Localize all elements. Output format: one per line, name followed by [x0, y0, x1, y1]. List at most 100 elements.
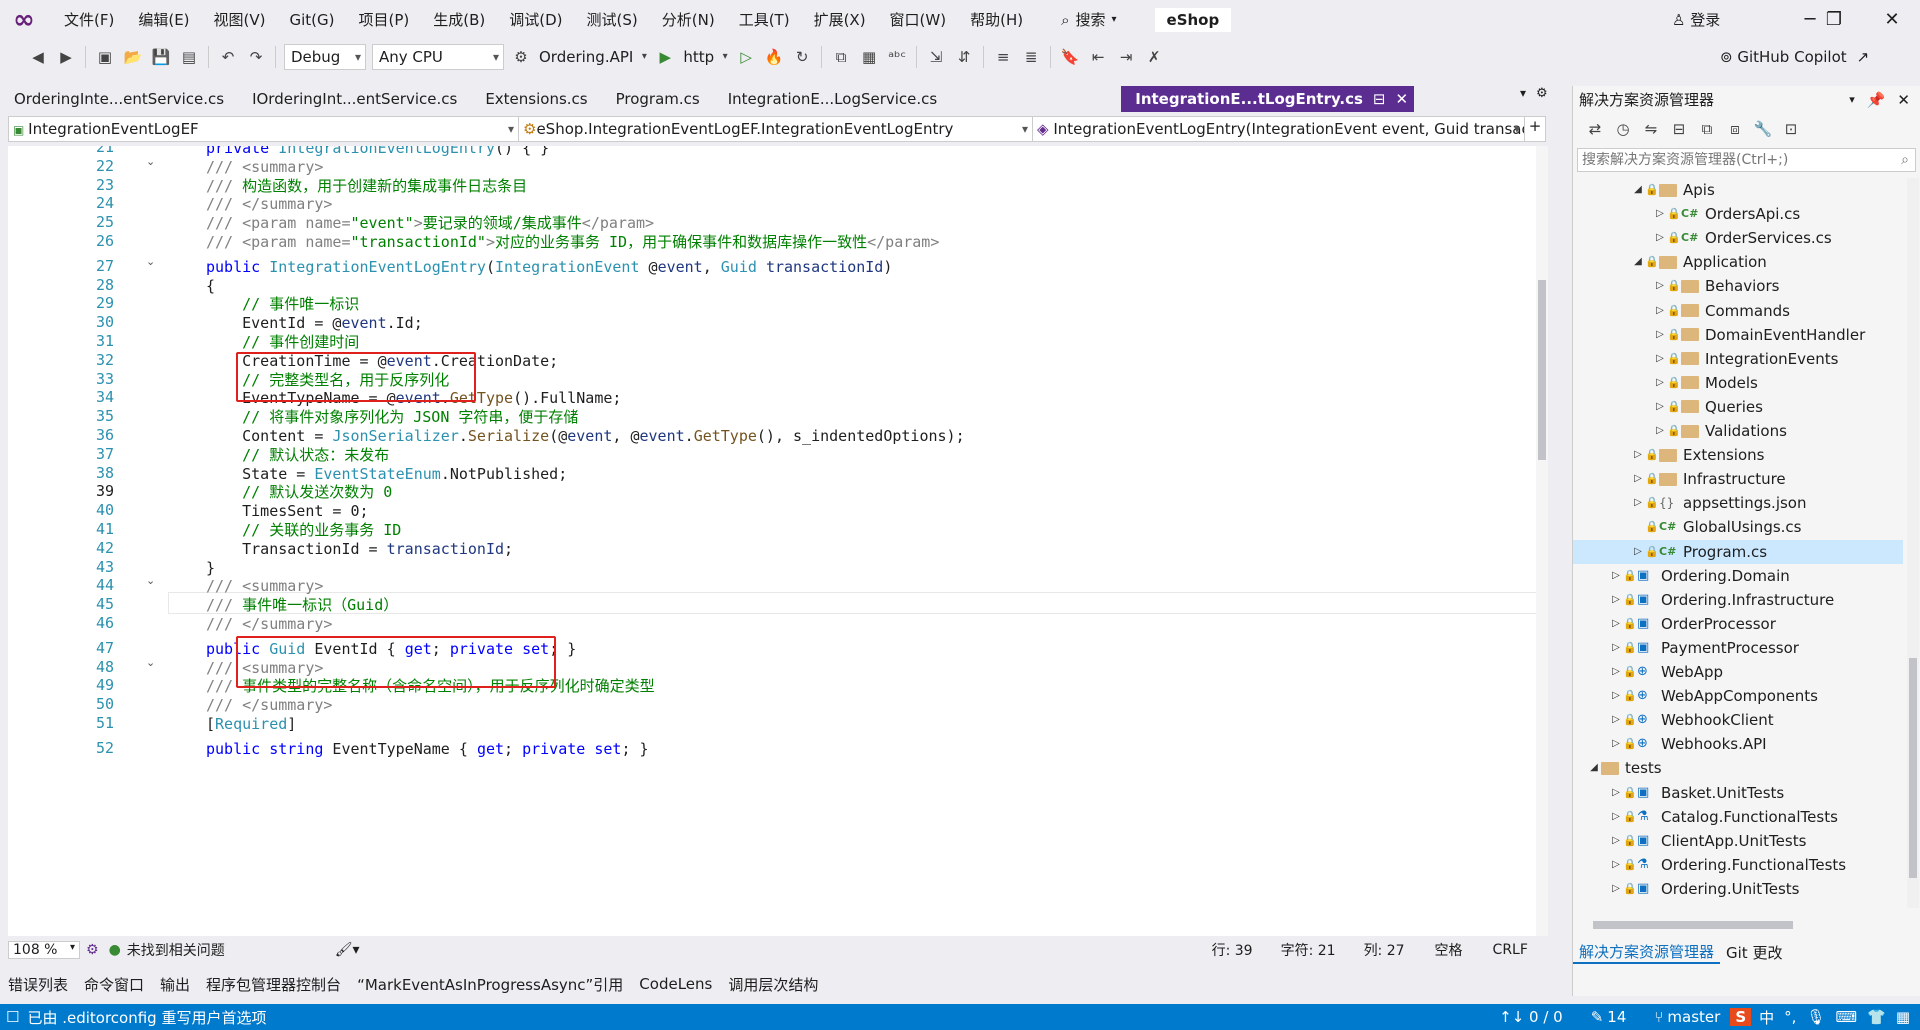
tree-item[interactable]: ▷ 🔒 ▣ OrderProcessor	[1573, 612, 1903, 636]
project-nav-select[interactable]: ▣ IntegrationEventLogEF	[9, 117, 519, 141]
issues-status[interactable]: 未找到相关问题	[127, 940, 225, 960]
editor-vertical-scrollbar[interactable]	[1536, 146, 1548, 936]
code-line[interactable]: /// <summary>	[206, 157, 323, 177]
collapsed-arrow-icon[interactable]: ▷	[1653, 226, 1667, 250]
expanded-arrow-icon[interactable]: ◢	[1587, 756, 1601, 780]
undo-icon[interactable]: ↶	[215, 44, 241, 70]
tool-window-tab[interactable]: “MarkEventAsInProgressAsync”引用	[349, 974, 631, 995]
tool-window-tab[interactable]: CodeLens	[631, 975, 720, 993]
menu-item[interactable]: 项目(P)	[347, 0, 422, 40]
code-line[interactable]: // 将事件对象序列化为 JSON 字符串，便于存储	[206, 407, 578, 427]
close-icon[interactable]: ✕	[1897, 86, 1910, 114]
tree-item[interactable]: 🔒 C# GlobalUsings.cs	[1573, 515, 1903, 539]
platform-select[interactable]: Any CPU	[372, 44, 504, 70]
fold-icon[interactable]: ⌄	[146, 656, 155, 669]
code-line[interactable]: }	[206, 558, 215, 578]
tree-item[interactable]: ▷ 🔒 Infrastructure	[1573, 467, 1903, 491]
code-line[interactable]: [Required]	[206, 714, 296, 734]
browse-icon[interactable]: ⧉	[828, 44, 854, 70]
footer-tab[interactable]: 解决方案资源管理器	[1573, 941, 1721, 964]
chevron-down-icon[interactable]: ▾	[1849, 86, 1855, 114]
document-tab[interactable]: Program.cs	[602, 86, 714, 112]
code-line[interactable]: // 事件唯一标识	[206, 294, 359, 314]
code-line[interactable]: /// </summary>	[206, 614, 332, 634]
code-line[interactable]: EventId = @event.Id;	[206, 313, 423, 333]
menu-item[interactable]: 测试(S)	[575, 0, 650, 40]
collapsed-arrow-icon[interactable]: ▷	[1609, 684, 1623, 708]
document-tab[interactable]: IntegrationE...LogService.cs	[714, 86, 952, 112]
github-copilot-button[interactable]: ⊚ GitHub Copilot ↗	[1720, 40, 1869, 74]
changes-count[interactable]: 14	[1607, 1008, 1626, 1026]
maximize-button[interactable]: ❐	[1814, 0, 1854, 40]
collapsed-arrow-icon[interactable]: ▷	[1609, 612, 1623, 636]
collapsed-arrow-icon[interactable]: ▷	[1609, 564, 1623, 588]
tree-item[interactable]: ▷ 🔒 ▣ Ordering.Domain	[1573, 564, 1903, 588]
menu-item[interactable]: 生成(B)	[421, 0, 497, 40]
next-bookmark-icon[interactable]: ⇥	[1113, 44, 1139, 70]
menu-item[interactable]: 编辑(E)	[126, 0, 201, 40]
visual-studio-logo-icon[interactable]: ∞	[10, 6, 38, 34]
clear-bookmarks-icon[interactable]: ✗	[1141, 44, 1167, 70]
tree-item[interactable]: ▷ 🔒 Validations	[1573, 419, 1903, 443]
code-line[interactable]: // 事件创建时间	[206, 332, 359, 352]
tree-item[interactable]: ▷ 🔒 ⚗ Catalog.FunctionalTests	[1573, 805, 1903, 829]
tree-item[interactable]: ▷ 🔒 C# Program.cs	[1573, 539, 1903, 564]
prev-bookmark-icon[interactable]: ⇤	[1085, 44, 1111, 70]
switch-views-icon[interactable]: ⇄	[1582, 116, 1608, 142]
split-editor-icon[interactable]: +	[1525, 117, 1545, 141]
redo-icon[interactable]: ↷	[243, 44, 269, 70]
menu-item[interactable]: 帮助(H)	[958, 0, 1035, 40]
code-line[interactable]: // 关联的业务事务 ID	[206, 520, 401, 540]
collapsed-arrow-icon[interactable]: ▷	[1653, 202, 1667, 226]
line-indicator[interactable]: 行: 39	[1212, 940, 1253, 960]
tree-item[interactable]: ▷ 🔒 ⚗ Ordering.FunctionalTests	[1573, 853, 1903, 877]
code-line[interactable]: // 默认发送次数为 0	[206, 482, 392, 502]
tree-item[interactable]: ▷ 🔒 IntegrationEvents	[1573, 347, 1903, 371]
tool-window-tab[interactable]: 输出	[152, 974, 198, 995]
collapsed-arrow-icon[interactable]: ▷	[1631, 467, 1645, 491]
code-line[interactable]: /// <summary>	[206, 576, 323, 596]
footer-tab[interactable]: Git 更改	[1720, 942, 1788, 963]
collapsed-arrow-icon[interactable]: ▷	[1609, 829, 1623, 853]
keyboard-icon[interactable]: ⌨	[1835, 1008, 1857, 1026]
skin-icon[interactable]: 👕	[1867, 1008, 1886, 1026]
solution-search-input[interactable]: 搜索解决方案资源管理器(Ctrl+;) ⌕	[1577, 148, 1916, 172]
menu-item[interactable]: 分析(N)	[650, 0, 727, 40]
collapsed-arrow-icon[interactable]: ▷	[1653, 274, 1667, 298]
tree-item[interactable]: ▷ 🔒 DomainEventHandler	[1573, 323, 1903, 347]
ime-mode[interactable]: 中	[1759, 1007, 1774, 1028]
fold-icon[interactable]: ⌄	[146, 255, 155, 268]
sync-status[interactable]: ↑↓ 0 / 0	[1499, 1008, 1563, 1026]
preview-icon[interactable]: ⊡	[1778, 116, 1804, 142]
collapsed-arrow-icon[interactable]: ▷	[1653, 299, 1667, 323]
code-line[interactable]: /// <param name="transactionId">对应的业务事务 …	[206, 232, 939, 252]
tree-item[interactable]: ◢ 🔒 Application	[1573, 250, 1903, 274]
new-project-icon[interactable]: ▣	[92, 44, 118, 70]
configuration-select[interactable]: Debug	[284, 44, 366, 70]
launch-profile-select[interactable]: http	[683, 48, 714, 66]
collapsed-arrow-icon[interactable]: ▷	[1609, 636, 1623, 660]
filter-icon[interactable]: ⧈	[1722, 116, 1748, 142]
bookmark-icon[interactable]: 🔖	[1057, 44, 1083, 70]
tree-item[interactable]: ▷ 🔒 Models	[1573, 371, 1903, 395]
startup-project-select[interactable]: Ordering.API	[539, 48, 633, 66]
document-tab[interactable]: IntegrationE...tLogEntry.cs ⊟ ✕	[1121, 86, 1415, 112]
scrollbar-thumb[interactable]	[1538, 280, 1546, 460]
step-icon[interactable]: ⇲	[923, 44, 949, 70]
gear-icon[interactable]: ⚙	[1536, 86, 1548, 101]
chevron-down-icon[interactable]: ▾	[1520, 86, 1526, 100]
tree-horizontal-scrollbar[interactable]	[1581, 918, 1893, 932]
type-nav-select[interactable]: ⚙eShop.IntegrationEventLogEF.Integration…	[519, 117, 1033, 141]
menu-item[interactable]: 扩展(X)	[802, 0, 878, 40]
expanded-arrow-icon[interactable]: ◢	[1631, 250, 1645, 274]
tree-item[interactable]: ▷ 🔒 ▣ Ordering.UnitTests	[1573, 877, 1903, 901]
collapsed-arrow-icon[interactable]: ▷	[1609, 877, 1623, 901]
expanded-arrow-icon[interactable]: ◢	[1631, 178, 1645, 202]
save-icon[interactable]: 💾	[148, 44, 174, 70]
show-all-files-icon[interactable]: ⧉	[1694, 116, 1720, 142]
tree-item[interactable]: ▷ 🔒 ⊕ Webhooks.API	[1573, 732, 1903, 756]
code-line[interactable]: /// 事件唯一标识（Guid）	[206, 595, 398, 615]
collapsed-arrow-icon[interactable]: ▷	[1631, 540, 1645, 564]
code-line[interactable]: TransactionId = transactionId;	[206, 539, 513, 559]
code-line[interactable]: // 默认状态：未发布	[206, 445, 389, 465]
